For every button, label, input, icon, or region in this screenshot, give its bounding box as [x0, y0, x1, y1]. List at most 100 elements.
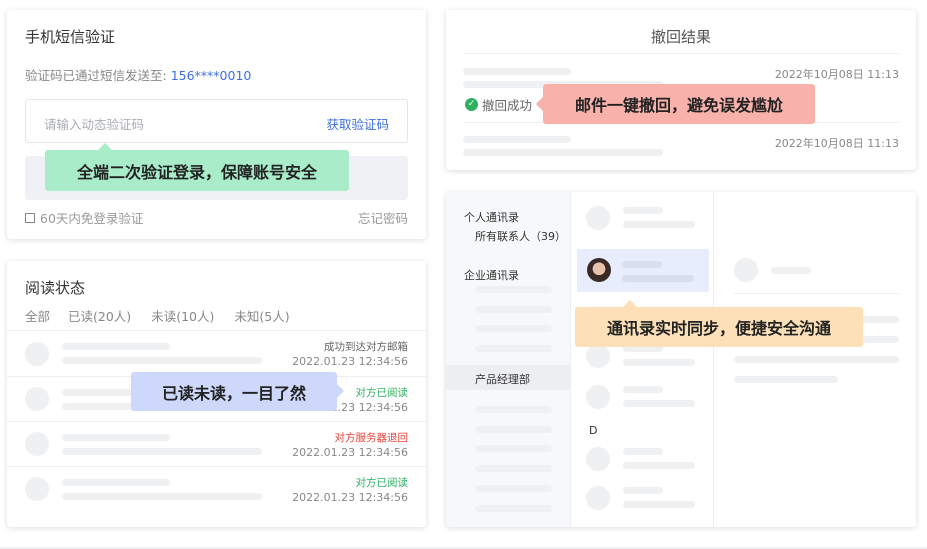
skeleton-line: [475, 445, 552, 452]
bubble-tail: [337, 384, 344, 398]
filter-tab-read[interactable]: 已读(20人): [68, 306, 131, 325]
recall-status: ✓ 撤回成功: [465, 95, 532, 114]
sms-verify-card: 手机短信验证 验证码已通过短信发送至: 156****0010 请输入动态验证码…: [7, 10, 426, 239]
skeleton-line: [475, 286, 552, 293]
skeleton-line: [463, 68, 571, 75]
recall-bubble: 邮件一键撤回，避免误发尴尬: [536, 84, 815, 124]
skeleton-line: [463, 149, 663, 156]
forgot-password-link[interactable]: 忘记密码: [358, 208, 408, 227]
avatar: [586, 447, 610, 471]
skeleton-line: [623, 487, 663, 494]
index-letter-d: D: [589, 424, 598, 437]
recall-title: 撤回结果: [650, 28, 711, 46]
contact-item-selected[interactable]: [577, 249, 709, 292]
avatar: [586, 206, 610, 230]
contacts-sidebar: 个人通讯录 所有联系人（39） 企业通讯录 产品经理部: [446, 192, 571, 527]
skeleton-line: [623, 207, 663, 214]
sms-phone: 156****0010: [170, 68, 252, 83]
skeleton-line: [475, 485, 552, 492]
code-input-box[interactable]: 请输入动态验证码 获取验证码: [25, 99, 408, 143]
contact-detail: [714, 192, 916, 527]
filter-tab-all[interactable]: 全部: [25, 306, 50, 325]
recall-status-text: 撤回成功: [482, 98, 533, 113]
skeleton-line: [475, 406, 552, 413]
avatar: [586, 344, 610, 368]
avatar-photo: [587, 258, 611, 282]
skeleton-line: [623, 448, 663, 455]
filter-tab-unread[interactable]: 未读(10人): [151, 306, 214, 325]
skeleton-line: [622, 261, 662, 268]
bubble-tail: [623, 300, 637, 307]
recall-divider: [463, 53, 899, 54]
sms-sent-prefix: 验证码已通过短信发送至:: [25, 68, 167, 83]
filter-tab-unknown[interactable]: 未知(5人): [234, 306, 289, 325]
skeleton-line: [623, 386, 663, 393]
row-status: 成功到达对方邮箱: [324, 341, 408, 353]
secure-login-bubble-text: 全端二次验证登录，保障账号安全: [76, 162, 317, 182]
code-input-placeholder: 请输入动态验证码: [44, 117, 145, 132]
get-code-link[interactable]: 获取验证码: [326, 114, 389, 133]
remember-label: 60天内免登录验证: [40, 211, 144, 226]
avatar: [25, 342, 49, 366]
row-status: 对方已阅读: [355, 477, 409, 489]
checkbox-icon[interactable]: [25, 212, 35, 223]
skeleton-line: [623, 400, 695, 407]
skeleton-line: [62, 343, 170, 350]
remember-login-row[interactable]: 60天内免登录验证: [25, 208, 143, 227]
dept-label: 产品经理部: [475, 373, 530, 386]
skeleton-line: [734, 356, 899, 363]
table-row[interactable]: 成功到达对方邮箱 2022.01.23 12:34:56: [7, 330, 426, 376]
recall-time-1: 2022年10月08日 11:13: [774, 68, 899, 81]
detail-divider: [734, 293, 899, 294]
skeleton-line: [771, 267, 811, 274]
skeleton-line: [62, 493, 262, 500]
avatar: [25, 387, 49, 411]
skeleton-line: [475, 465, 552, 472]
success-check-icon: ✓: [465, 98, 478, 111]
sms-sent-info: 验证码已通过短信发送至: 156****0010: [25, 65, 251, 84]
avatar: [25, 432, 49, 456]
skeleton-line: [623, 501, 695, 508]
read-status-bubble-text: 已读未读，一目了然: [161, 383, 306, 403]
sms-title: 手机短信验证: [25, 28, 116, 46]
skeleton-line: [62, 448, 262, 455]
dept-item-selected[interactable]: 产品经理部: [446, 365, 571, 390]
recall-bubble-text: 邮件一键撤回，避免误发尴尬: [574, 96, 783, 115]
skeleton-line: [623, 359, 695, 366]
bubble-tail: [536, 97, 543, 111]
skeleton-line: [475, 325, 552, 332]
skeleton-line: [475, 426, 552, 433]
table-row[interactable]: 对方服务器退回 2022.01.23 12:34:56: [7, 421, 426, 466]
row-status: 对方已阅读: [355, 387, 409, 399]
contacts-list: D: [571, 192, 714, 527]
row-status: 对方服务器退回: [334, 432, 409, 444]
read-status-bubble: 已读未读，一目了然: [131, 372, 344, 411]
skeleton-line: [475, 505, 552, 512]
recall-time-2: 2022年10月08日 11:13: [774, 137, 899, 150]
skeleton-line: [62, 434, 170, 441]
avatar: [586, 486, 610, 510]
table-row[interactable]: 对方已阅读 2022.01.23 12:34:56: [7, 466, 426, 511]
read-status-title: 阅读状态: [25, 279, 86, 297]
avatar: [25, 477, 49, 501]
skeleton-line: [734, 376, 838, 383]
skeleton-line: [62, 479, 170, 486]
skeleton-line: [623, 462, 695, 469]
read-list: 成功到达对方邮箱 2022.01.23 12:34:56 对方已阅读 2022.…: [7, 330, 426, 511]
row-time: 2022.01.23 12:34:56: [292, 355, 408, 368]
read-filter-tabs: 全部 已读(20人) 未读(10人) 未知(5人): [25, 306, 290, 325]
enterprise-contacts-item[interactable]: 企业通讯录: [464, 267, 519, 283]
row-time: 2022.01.23 12:34:56: [292, 446, 408, 459]
avatar: [734, 258, 758, 282]
skeleton-line: [475, 345, 552, 352]
skeleton-line: [463, 136, 571, 143]
bubble-tail: [98, 143, 112, 150]
skeleton-line: [62, 357, 262, 364]
skeleton-line: [623, 221, 695, 228]
all-contacts-item[interactable]: 所有联系人（39）: [475, 228, 566, 244]
secure-login-bubble: 全端二次验证登录，保障账号安全: [45, 143, 349, 191]
skeleton-line: [475, 306, 552, 313]
skeleton-line: [622, 275, 694, 282]
row-time: 2022.01.23 12:34:56: [292, 491, 408, 504]
personal-contacts-item[interactable]: 个人通讯录: [464, 209, 519, 225]
